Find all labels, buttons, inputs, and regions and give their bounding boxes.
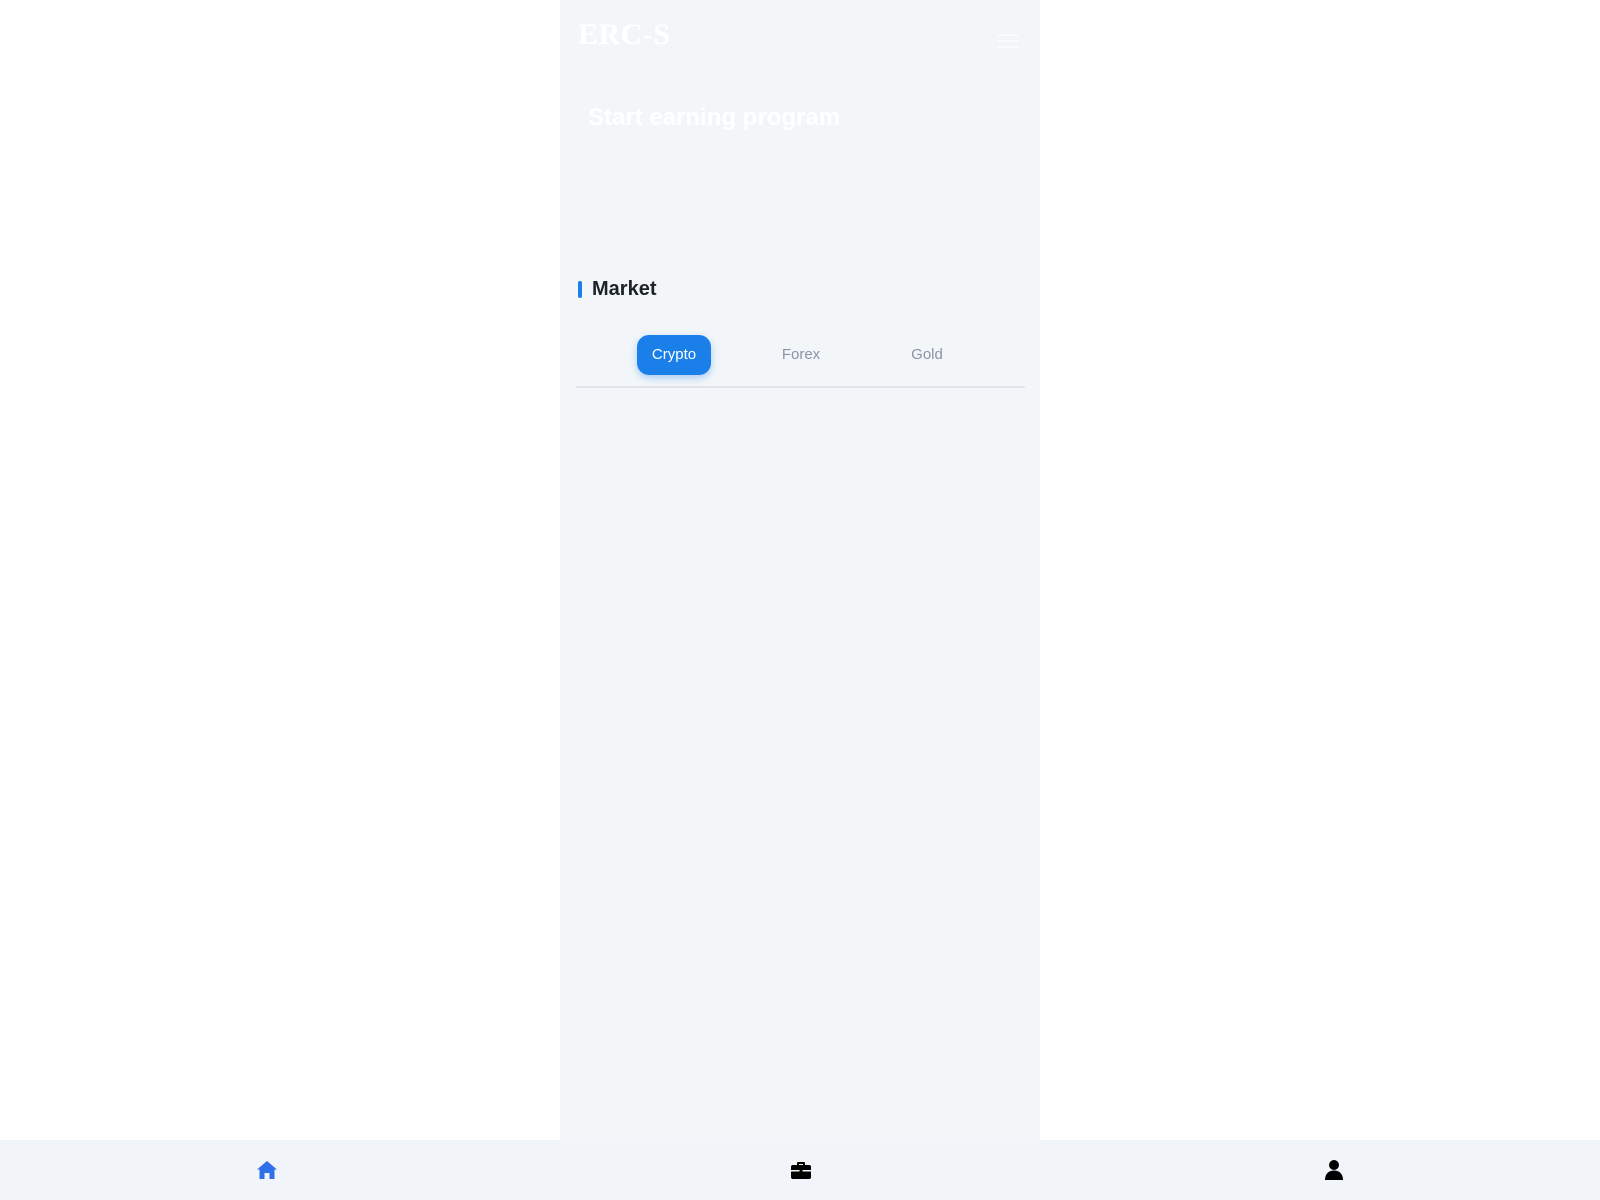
page: ERC-S Start earning program Market Crypt…: [0, 0, 1600, 1200]
market-section-header: Market: [578, 278, 656, 301]
market-title: Market: [592, 278, 657, 300]
banner-title[interactable]: Start earning program: [588, 104, 840, 132]
tab-forex[interactable]: Forex: [766, 335, 836, 375]
tab-gold[interactable]: Gold: [892, 335, 962, 375]
tab-crypto[interactable]: Crypto: [637, 335, 711, 375]
menu-icon-bar: [997, 40, 1019, 42]
user-icon: [1325, 1160, 1343, 1180]
menu-button[interactable]: [997, 30, 1019, 50]
section-marker: [578, 281, 582, 298]
home-icon: [257, 1161, 277, 1179]
market-tabs: Crypto Forex Gold: [576, 334, 1025, 388]
menu-icon-bar: [997, 34, 1019, 36]
nav-profile[interactable]: [1322, 1158, 1346, 1182]
nav-home[interactable]: [255, 1158, 279, 1182]
menu-icon-bar: [997, 46, 1019, 48]
nav-briefcase[interactable]: [789, 1158, 813, 1182]
bottom-nav: [0, 1140, 1600, 1200]
briefcase-icon: [791, 1162, 811, 1179]
logo[interactable]: ERC-S: [578, 18, 671, 52]
app-column: ERC-S Start earning program Market Crypt…: [560, 0, 1040, 1140]
